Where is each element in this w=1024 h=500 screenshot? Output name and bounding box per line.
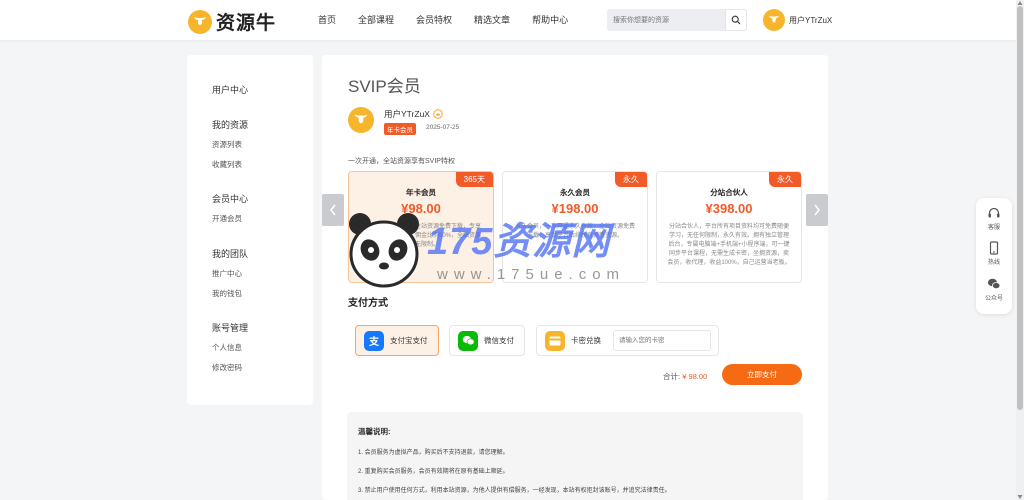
float-label: 客服	[987, 225, 1000, 231]
plan-tag: 永久	[769, 172, 801, 187]
plan-tag: 365天	[455, 172, 493, 187]
logo-text: 资源牛	[216, 13, 277, 34]
plan-card-partner[interactable]: 永久 分站合伙人 ¥398.00 分站合伙人，平台所有项目资料均可免费随便学习，…	[656, 171, 802, 283]
total-amount: ¥ 98.00	[682, 372, 708, 381]
payment-title: 支付方式	[348, 298, 388, 309]
page-title: SVIP会员	[348, 77, 421, 96]
plan-description: 分站合伙人，平台所有项目资料均可免费随便学习，无任何限制，永久有效。拥有独立管理…	[667, 224, 791, 266]
notice-item: 2. 重复购买会员服务，会员有效期将在原有基础上顺延。	[358, 469, 509, 475]
plan-card-annual[interactable]: 365天 年卡会员 ¥98.00 年卡会员，有效期内全站资源免费下载，专享客服优…	[348, 171, 494, 283]
sidebar-item-resource-list[interactable]: 资源列表	[212, 139, 242, 150]
float-customer-service[interactable]: 客服	[976, 206, 1012, 231]
notice-item: 1. 会员服务为虚拟产品，购买后不支持退款，请您理解。	[358, 450, 509, 456]
headset-icon	[988, 207, 1000, 218]
main-panel: SVIP会员 用户YTrZuX 年卡会员 2025-07-25 一次开通，全站资…	[322, 55, 828, 500]
carousel-next-button[interactable]	[806, 194, 828, 226]
search-icon	[731, 15, 741, 25]
user-menu[interactable]: 用户YTrZuX	[763, 9, 832, 31]
plan-description: 年卡会员，有效期内全站资源免费下载，专享客服优先服务，推广佣金比例50%，全站资…	[360, 224, 481, 248]
order-total: 合计: ¥ 98.00	[663, 371, 707, 382]
chevron-left-icon	[330, 204, 336, 216]
alipay-icon: 支	[364, 330, 384, 351]
pay-option-label: 支付宝支付	[390, 336, 428, 345]
card-redeem-icon	[545, 330, 565, 351]
profile-name-row: 用户YTrZuX	[384, 108, 443, 120]
sidebar-group-my-resources: 我的资源	[212, 120, 249, 130]
phone-icon	[989, 241, 999, 255]
vip-crown-icon	[433, 109, 443, 119]
plan-description: 永久会员，一次开通永久有效，全站资源免费下载，享受平台后续所有更新资源。	[514, 224, 635, 239]
sidebar-group-member-center: 会员中心	[212, 194, 249, 204]
search-input[interactable]	[613, 9, 725, 31]
intro-text: 一次开通，全站资源享有SVIP特权	[348, 158, 455, 165]
plan-tag: 永久	[615, 172, 647, 187]
wechat-icon	[987, 278, 1001, 290]
pay-option-label: 微信支付	[484, 336, 514, 345]
card-code-input[interactable]	[613, 330, 711, 351]
sidebar: 用户中心 我的资源 资源列表 收藏列表 会员中心 开通会员 我的团队 推广中心 …	[187, 55, 313, 405]
carousel-prev-button[interactable]	[322, 194, 344, 226]
pay-option-alipay[interactable]: 支 支付宝支付	[355, 325, 439, 356]
nav-home[interactable]: 首页	[318, 13, 336, 26]
pay-option-card-redeem[interactable]: 卡密兑换	[536, 325, 719, 356]
username: 用户YTrZuX	[789, 15, 833, 25]
nav-all-courses[interactable]: 全部课程	[358, 13, 394, 26]
sidebar-item-profile[interactable]: 个人信息	[212, 342, 242, 353]
pay-option-wechat[interactable]: 微信支付	[449, 325, 525, 356]
profile-avatar	[348, 107, 374, 133]
top-header: 资源牛 首页 全部课程 会员特权 精选文章 帮助中心 用户YTrZuX	[0, 0, 1016, 40]
chevron-right-icon	[814, 204, 820, 216]
float-label: 热线	[987, 260, 1000, 266]
search-button[interactable]	[725, 9, 747, 31]
sidebar-item-favorites[interactable]: 收藏列表	[212, 159, 242, 170]
nav-help[interactable]: 帮助中心	[532, 13, 568, 26]
sidebar-item-promotion[interactable]: 推广中心	[212, 268, 242, 279]
sidebar-item-wallet[interactable]: 我的钱包	[212, 288, 242, 299]
plan-name: 年卡会员	[406, 188, 436, 197]
member-badge: 年卡会员	[384, 123, 416, 135]
sidebar-user-center[interactable]: 用户中心	[212, 83, 248, 96]
plan-card-lifetime[interactable]: 永久 永久会员 ¥198.00 永久会员，一次开通永久有效，全站资源免费下载，享…	[502, 171, 648, 283]
scrollbar-thumb[interactable]	[1017, 6, 1023, 410]
floating-service-panel: 客服 热线 公众号	[976, 198, 1012, 314]
plan-price: ¥98.00	[401, 201, 441, 216]
sidebar-group-account: 账号管理	[212, 323, 249, 333]
sidebar-group-my-team: 我的团队	[212, 249, 249, 259]
plan-price: ¥198.00	[551, 201, 599, 216]
plan-name: 分站合伙人	[710, 188, 748, 197]
notice-box: 温馨说明: 1. 会员服务为虚拟产品，购买后不支持退款，请您理解。 2. 重复购…	[347, 412, 803, 500]
profile-name: 用户YTrZuX	[384, 109, 430, 119]
avatar	[763, 9, 785, 31]
float-wechat-account[interactable]: 公众号	[976, 277, 1012, 302]
member-expiry-date: 2025-07-25	[426, 124, 460, 131]
float-hotline[interactable]: 热线	[976, 241, 1012, 266]
nav-membership[interactable]: 会员特权	[416, 13, 452, 26]
nav-articles[interactable]: 精选文章	[474, 13, 510, 26]
svg-text:支: 支	[368, 335, 380, 347]
main-nav: 首页 全部课程 会员特权 精选文章 帮助中心	[318, 13, 568, 26]
plan-name: 永久会员	[560, 188, 590, 197]
ox-logo-icon	[188, 9, 212, 34]
sidebar-item-change-password[interactable]: 修改密码	[212, 362, 242, 373]
pay-option-label: 卡密兑换	[571, 336, 601, 345]
notice-item: 3. 禁止用户使用任何方式，利用本站资源，为他人提供有偿服务，一经发现，本站有权…	[358, 488, 671, 494]
wechat-pay-icon	[458, 330, 478, 351]
search-box	[607, 9, 747, 31]
notice-title: 温馨说明:	[358, 427, 391, 436]
total-label: 合计:	[663, 372, 681, 381]
site-logo[interactable]: 资源牛	[188, 8, 276, 35]
plan-price: ¥398.00	[705, 201, 753, 216]
pay-now-button[interactable]: 立即支付	[722, 364, 802, 385]
page-scrollbar[interactable]	[1016, 0, 1024, 500]
scroll-down-arrow-icon[interactable]	[1017, 494, 1023, 500]
sidebar-item-open-membership[interactable]: 开通会员	[212, 213, 242, 224]
float-label: 公众号	[984, 296, 1003, 302]
